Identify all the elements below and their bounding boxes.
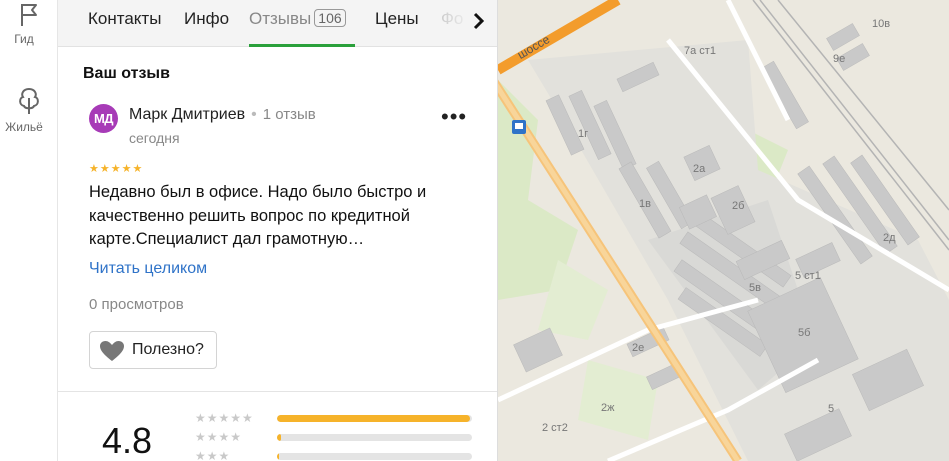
tab-reviews[interactable]: Отзывы 106 (249, 9, 346, 29)
rail-housing-label: Жильё (5, 120, 43, 134)
tab-info[interactable]: Инфо (184, 9, 229, 29)
left-rail: Гид Жильё (0, 0, 58, 461)
separator-dot: • (251, 106, 257, 123)
map-building-label[interactable]: 2е (632, 342, 644, 354)
rating-bar-fill (277, 434, 281, 441)
map-building-label[interactable]: 2ж (601, 402, 614, 414)
review-text: Недавно был в офисе. Надо было быстро и … (89, 183, 427, 248)
map-building-label[interactable]: 1в (639, 198, 651, 210)
tab-reviews-label: Отзывы (249, 9, 312, 28)
map-building-label[interactable]: 5б (798, 327, 810, 339)
tree-icon (19, 87, 39, 114)
map-building-label[interactable]: 9е (833, 53, 845, 65)
map-canvas[interactable]: шоссе 7а ст1 10в 9е 1г 2а 1в 2б 2д 5 ст1… (489, 0, 949, 461)
rating-bar (277, 453, 472, 460)
useful-label: Полезно? (132, 341, 204, 358)
rating-bar (277, 415, 472, 422)
review-stars: ★★★★★ (89, 163, 144, 175)
rating-score: 4.8 (102, 420, 153, 461)
read-more-link[interactable]: Читать целиком (89, 260, 207, 278)
tabs-bar: Контакты Инфо Отзывы106 Цены Фо (58, 0, 497, 47)
rating-row-stars: ★★★★ (195, 430, 243, 444)
views-count: 0 просмотров (89, 296, 184, 313)
rail-guide-label: Гид (14, 32, 34, 46)
useful-button[interactable]: Полезно? (89, 331, 217, 369)
active-tab-indicator (249, 44, 355, 47)
map-building-label[interactable]: 5 (828, 403, 834, 415)
app-root: Гид Жильё Контакты Инфо Отзывы106 Цены Ф… (0, 0, 949, 461)
rating-row-4: ★★★★ (195, 430, 485, 444)
map-building-label[interactable]: 2б (732, 200, 744, 212)
review-date: сегодня (129, 130, 180, 146)
rating-bar-fill (277, 415, 471, 422)
rail-item-housing[interactable]: Жильё (0, 86, 58, 134)
author-review-count[interactable]: 1 отзыв (263, 106, 316, 123)
dots-icon: ••• (441, 104, 468, 129)
avatar[interactable]: МД (89, 104, 118, 133)
your-review-title: Ваш отзыв (83, 65, 170, 82)
map-building-label[interactable]: 2д (883, 232, 896, 244)
map-drawing (489, 0, 949, 461)
map-building-label[interactable]: 1г (578, 128, 588, 140)
tabs-next-button[interactable] (466, 9, 490, 33)
tab-contacts[interactable]: Контакты (88, 9, 161, 29)
review-author: Марк Дмитриев • 1 отзыв (129, 106, 316, 124)
reviews-count-badge: 106 (314, 9, 346, 27)
rating-row-5: ★★★★★ (195, 411, 485, 425)
chevron-right-icon (473, 12, 485, 30)
rail-item-guide[interactable]: Гид (0, 2, 58, 46)
rating-bar (277, 434, 472, 441)
section-divider (58, 391, 497, 392)
map-building-label[interactable]: 5 ст1 (795, 270, 821, 282)
map-building-label[interactable]: 2а (693, 163, 705, 175)
map-building-label[interactable]: 2 ст2 (542, 422, 568, 434)
rating-bar-fill (277, 453, 279, 460)
rating-row-stars: ★★★ (195, 449, 231, 461)
map-building-label[interactable]: 10в (872, 18, 890, 30)
heart-icon (100, 341, 124, 361)
more-options-button[interactable]: ••• (441, 106, 467, 128)
rating-row-stars: ★★★★★ (195, 411, 254, 425)
rating-row-3: ★★★ (195, 449, 485, 461)
org-panel: Контакты Инфо Отзывы106 Цены Фо Ваш отзы… (58, 0, 498, 461)
map-building-label[interactable]: 7а ст1 (684, 45, 716, 57)
map-building-label[interactable]: 5в (749, 282, 761, 294)
author-name[interactable]: Марк Дмитриев (129, 106, 245, 123)
tab-prices[interactable]: Цены (375, 9, 419, 29)
flag-icon (21, 4, 37, 26)
